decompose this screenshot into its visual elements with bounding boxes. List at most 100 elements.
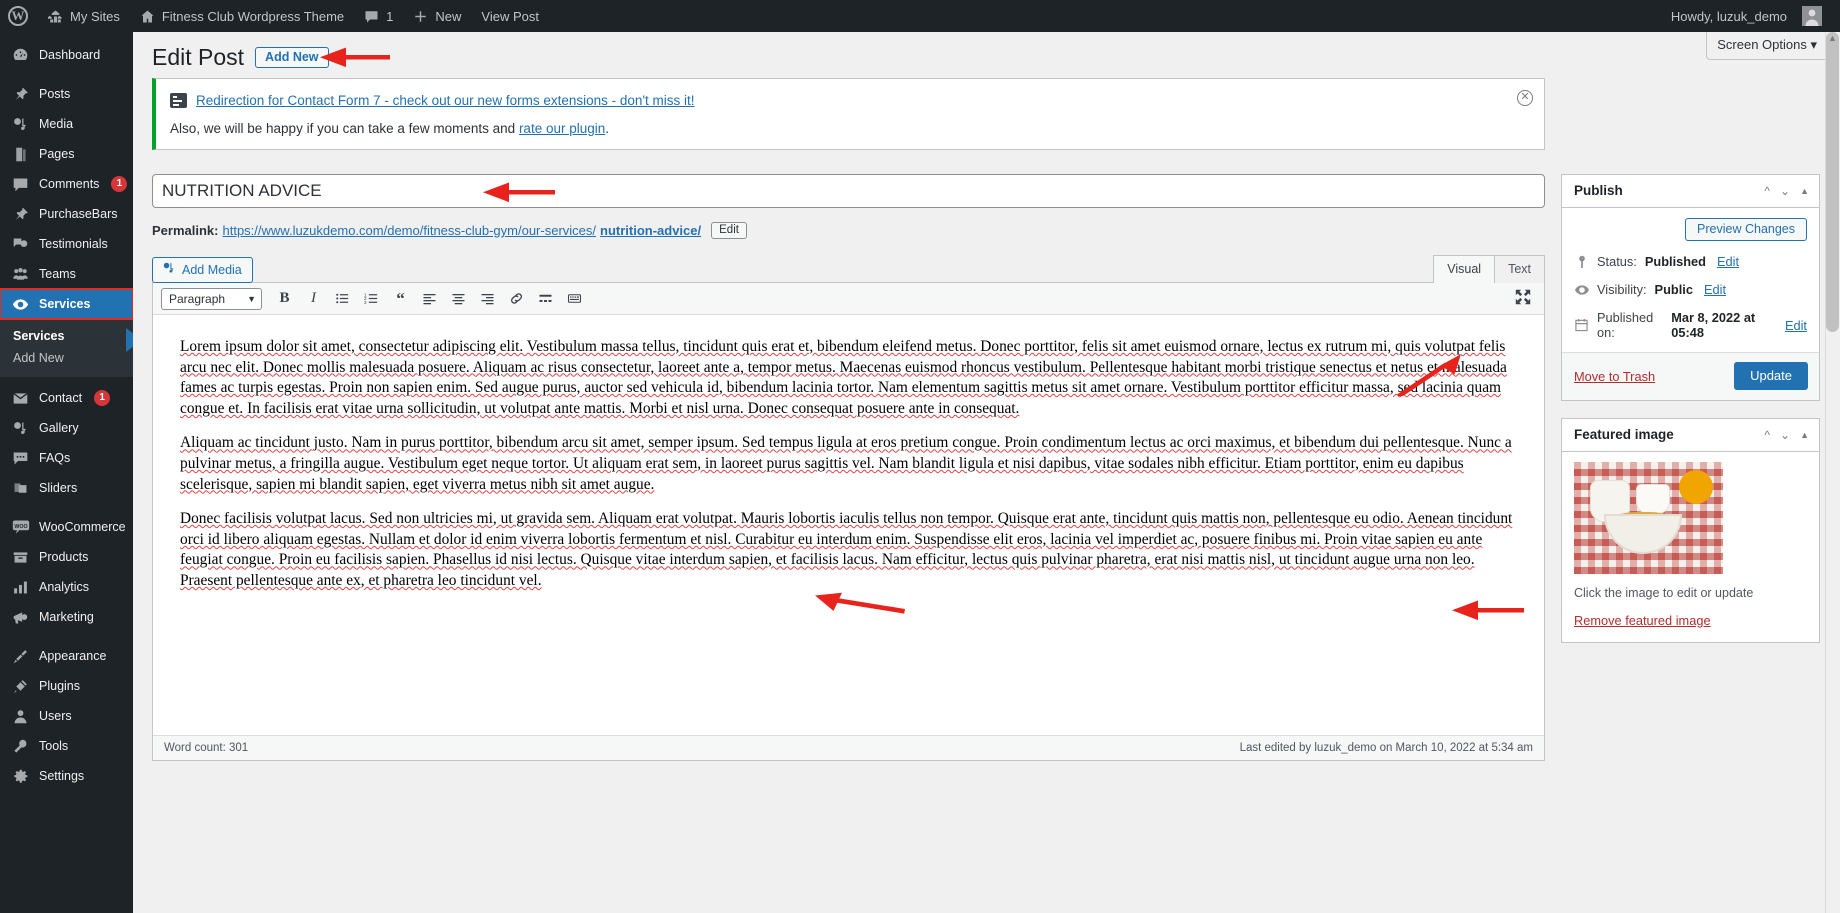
sidebar-item-dashboard[interactable]: Dashboard	[0, 40, 133, 70]
comments-count-badge: 1	[111, 176, 128, 192]
services-icon	[11, 295, 30, 313]
update-button[interactable]: Update	[1734, 362, 1808, 390]
sidebar-item-label: Tools	[39, 739, 69, 753]
sidebar-item-tools[interactable]: Tools	[0, 731, 133, 761]
sidebar-item-gallery[interactable]: Gallery	[0, 413, 133, 443]
sidebar-item-products[interactable]: Products	[0, 542, 133, 572]
admin-bar-item-my-sites[interactable]: My Sites	[38, 0, 130, 32]
remove-featured-image-link[interactable]: Remove featured image	[1574, 613, 1711, 628]
align-center-icon[interactable]	[446, 287, 471, 311]
permalink-slug-link[interactable]: nutrition-advice/	[600, 223, 701, 238]
sidebar-item-posts[interactable]: Posts	[0, 79, 133, 109]
wp-logo-menu[interactable]: W	[0, 0, 38, 32]
toolbar-toggle-icon[interactable]	[562, 287, 587, 311]
sidebar-subitem-add-new[interactable]: Add New	[0, 347, 133, 369]
sidebar-item-media[interactable]: Media	[0, 109, 133, 139]
sidebar-item-pages[interactable]: Pages	[0, 139, 133, 169]
envelope-icon	[11, 389, 30, 407]
paragraph-format-select[interactable]: Paragraph ▼	[161, 287, 262, 310]
admin-bar-item-site-name[interactable]: Fitness Club Wordpress Theme	[130, 0, 354, 32]
add-new-button[interactable]: Add New	[255, 47, 329, 68]
content-paragraph: Aliquam ac tincidunt justo. Nam in purus…	[180, 434, 1512, 493]
tab-text[interactable]: Text	[1494, 255, 1545, 283]
sidebar-item-label: FAQs	[39, 451, 71, 465]
edit-permalink-button[interactable]: Edit	[711, 222, 747, 239]
align-right-icon[interactable]	[475, 287, 500, 311]
eye-icon	[1574, 284, 1589, 296]
permalink-base-link[interactable]: https://www.luzukdemo.com/demo/fitness-c…	[222, 223, 596, 238]
sidebar-item-faqs[interactable]: FAQs	[0, 443, 133, 473]
sidebar-item-plugins[interactable]: Plugins	[0, 671, 133, 701]
sidebar-item-label: Dashboard	[39, 48, 101, 62]
sidebar-item-analytics[interactable]: Analytics	[0, 572, 133, 602]
post-content-editor[interactable]: Lorem ipsum dolor sit amet, consectetur …	[153, 315, 1544, 735]
sidebar-item-services[interactable]: Services	[0, 288, 134, 320]
edit-visibility-link[interactable]: Edit	[1704, 282, 1726, 297]
sidebar-item-settings[interactable]: Settings	[0, 761, 133, 791]
sidebar-item-teams[interactable]: Teams	[0, 259, 133, 289]
permalink-label: Permalink:	[152, 223, 219, 238]
move-down-icon[interactable]: ⌄	[1780, 429, 1790, 441]
sidebar-item-marketing[interactable]: Marketing	[0, 602, 133, 632]
featured-image-box: Featured image ^ ⌄ ▲ Click the image to …	[1561, 418, 1820, 643]
teams-icon	[11, 265, 30, 283]
tab-visual[interactable]: Visual	[1433, 255, 1496, 284]
toggle-panel-icon[interactable]: ▲	[1800, 186, 1809, 196]
scrollbar-thumb[interactable]	[1826, 32, 1839, 332]
admin-bar-my-account[interactable]: Howdy, luzuk_demo	[1661, 0, 1840, 32]
featured-image-thumbnail[interactable]	[1574, 462, 1723, 574]
numbered-list-icon[interactable]: 123	[359, 287, 384, 311]
admin-bar-item-new[interactable]: New	[403, 0, 471, 32]
sidebar-item-label: Users	[39, 709, 72, 723]
link-icon[interactable]	[504, 287, 529, 311]
edit-published-date-link[interactable]: Edit	[1785, 318, 1807, 333]
sidebar-item-users[interactable]: Users	[0, 701, 133, 731]
preview-changes-button[interactable]: Preview Changes	[1685, 218, 1807, 241]
bold-icon[interactable]: B	[272, 287, 297, 311]
sites-icon	[48, 9, 63, 24]
italic-icon[interactable]: I	[301, 287, 326, 311]
sidebar-item-testimonials[interactable]: Testimonials	[0, 229, 133, 259]
howdy-label: Howdy, luzuk_demo	[1670, 8, 1787, 24]
sidebar-item-purchasebars[interactable]: PurchaseBars	[0, 199, 133, 229]
add-media-button[interactable]: Add Media	[152, 257, 253, 283]
sidebar-item-comments[interactable]: Comments 1	[0, 169, 133, 199]
publish-box-header: Publish ^ ⌄ ▲	[1562, 175, 1819, 208]
fullscreen-icon[interactable]	[1514, 288, 1534, 308]
media-icon	[162, 261, 176, 278]
toggle-panel-icon[interactable]: ▲	[1800, 430, 1809, 440]
sidebar-item-sliders[interactable]: Sliders	[0, 473, 133, 503]
sliders-icon	[11, 479, 30, 497]
screen-options-label: Screen Options	[1717, 37, 1807, 52]
blockquote-icon[interactable]: “	[388, 287, 413, 311]
permalink-row: Permalink: https://www.luzukdemo.com/dem…	[152, 222, 1545, 239]
status-row: Status: Published Edit	[1574, 254, 1807, 269]
admin-bar-label: My Sites	[70, 8, 120, 24]
sidebar-item-woocommerce[interactable]: WOO WooCommerce	[0, 512, 133, 542]
calendar-icon	[1574, 318, 1589, 332]
pin-icon	[11, 85, 30, 103]
admin-bar-item-comments[interactable]: 1	[354, 0, 403, 32]
sidebar-submenu-services: Services Add New	[0, 319, 133, 377]
admin-bar-label: Fitness Club Wordpress Theme	[161, 8, 345, 24]
move-up-icon[interactable]: ^	[1764, 429, 1770, 441]
move-to-trash-link[interactable]: Move to Trash	[1574, 369, 1655, 384]
page-scrollbar[interactable]	[1825, 32, 1840, 913]
rate-plugin-link[interactable]: rate our plugin	[519, 121, 605, 136]
screen-options-button[interactable]: Screen Options ▾	[1706, 32, 1828, 60]
sidebar-item-contact[interactable]: Contact 1	[0, 383, 133, 413]
sidebar-item-label: WooCommerce	[39, 520, 126, 534]
scroll-up-arrow-icon[interactable]: ▲	[1826, 33, 1839, 46]
align-left-icon[interactable]	[417, 287, 442, 311]
admin-bar-item-view-post[interactable]: View Post	[471, 0, 549, 32]
notice-link[interactable]: Redirection for Contact Form 7 - check o…	[196, 93, 695, 108]
bulleted-list-icon[interactable]	[330, 287, 355, 311]
sidebar-subitem-services[interactable]: Services	[0, 325, 133, 347]
post-title-input[interactable]	[152, 174, 1545, 208]
edit-status-link[interactable]: Edit	[1717, 254, 1739, 269]
close-icon[interactable]: ✕	[1517, 90, 1533, 106]
move-down-icon[interactable]: ⌄	[1780, 185, 1790, 197]
read-more-icon[interactable]	[533, 287, 558, 311]
move-up-icon[interactable]: ^	[1764, 185, 1770, 197]
sidebar-item-appearance[interactable]: Appearance	[0, 641, 133, 671]
